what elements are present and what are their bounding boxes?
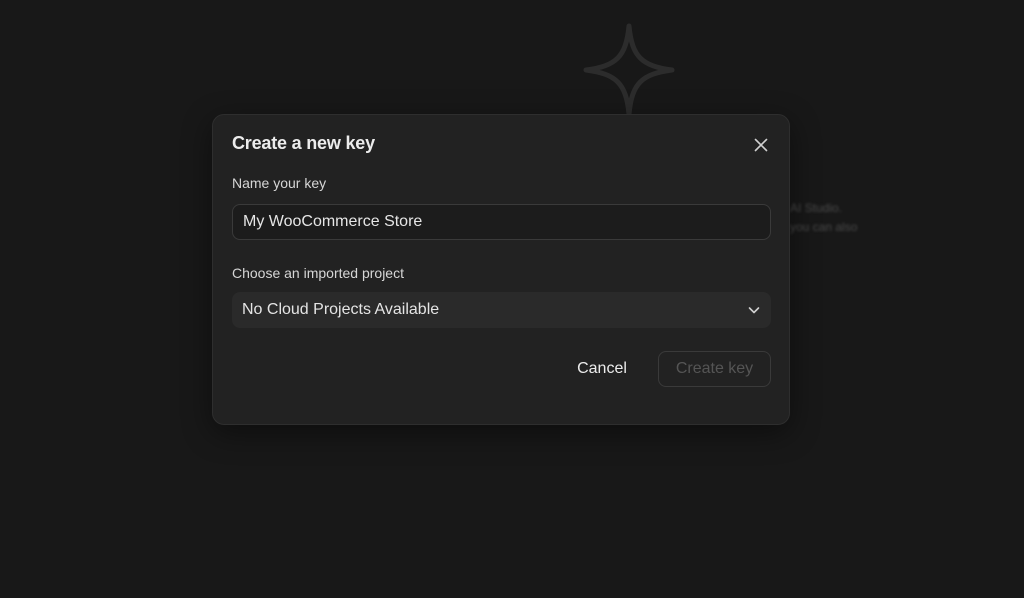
project-select-value: No Cloud Projects Available [242,301,440,318]
background-text: AI Studio. you can also [790,199,870,237]
close-button[interactable] [751,135,771,155]
key-name-input[interactable] [232,204,771,240]
sparkle-icon [583,23,675,117]
cancel-button[interactable]: Cancel [565,351,639,387]
dialog-title: Create a new key [232,133,375,153]
project-select[interactable]: No Cloud Projects Available [232,292,771,328]
background-text-line: AI Studio. [790,201,843,215]
background-text-line: you can also [790,220,858,234]
create-key-button[interactable]: Create key [658,351,771,387]
chevron-down-icon [747,303,761,317]
create-key-dialog: Create a new key Name your key Choose an… [212,114,790,425]
close-icon [754,138,768,152]
name-label: Name your key [232,175,327,191]
project-label: Choose an imported project [232,265,404,281]
